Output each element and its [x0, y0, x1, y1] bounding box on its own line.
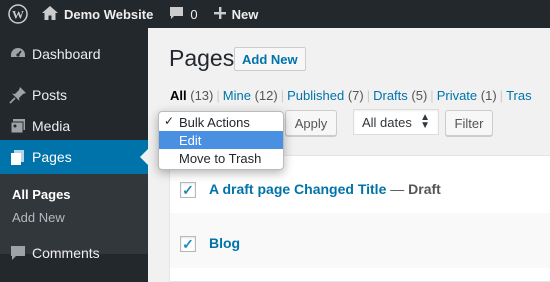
checkmark-icon: ✓ — [164, 114, 175, 128]
filter-published[interactable]: Published (7) — [287, 88, 364, 103]
bulk-option-move-to-trash[interactable]: Move to Trash — [159, 149, 283, 167]
status-filters: All (13) | Mine (12) | Published (7) | Drafts … — [170, 88, 532, 103]
comment-icon — [0, 244, 36, 262]
new-label: New — [231, 6, 259, 22]
select-arrows-icon: ▲ ▼ — [420, 112, 430, 131]
row-title-link[interactable]: Blog — [209, 235, 240, 251]
media-icon — [0, 117, 36, 135]
sidebar-item-pages[interactable]: Pages — [0, 140, 148, 174]
filter-all[interactable]: All (13) — [170, 88, 213, 103]
site-name-link[interactable]: Demo Website — [36, 0, 161, 28]
new-content-link[interactable]: New — [206, 0, 267, 28]
sidebar-item-label: Comments — [32, 245, 100, 261]
dashboard-icon — [0, 45, 36, 63]
bulk-actions-dropdown[interactable]: ✓ Bulk Actions Edit Move to Trash — [158, 111, 284, 170]
site-name: Demo Website — [64, 6, 154, 22]
sidebar-item-media[interactable]: Media — [0, 109, 148, 143]
row-checkbox[interactable]: ✓ — [180, 236, 196, 252]
add-new-button[interactable]: Add New — [234, 47, 306, 71]
bulk-option-edit[interactable]: Edit — [159, 131, 283, 149]
apply-button[interactable]: Apply — [285, 110, 337, 136]
sidebar-item-label: Dashboard — [32, 46, 101, 62]
pages-icon — [0, 148, 36, 166]
sidebar-item-dashboard[interactable]: Dashboard — [0, 37, 148, 71]
pages-table: ✓ A draft page Changed Title — Draft ✓ B… — [169, 155, 550, 282]
row-checkbox[interactable]: ✓ — [180, 182, 196, 198]
row-state: Draft — [408, 181, 441, 197]
filter-private[interactable]: Private (1) — [437, 88, 497, 103]
svg-text:W: W — [12, 8, 24, 22]
comment-icon — [169, 6, 184, 23]
admin-sidebar: Dashboard Posts Media Pages All Pages Ad… — [0, 28, 148, 282]
pin-icon — [0, 86, 36, 104]
sidebar-item-label: Media — [32, 118, 71, 134]
wordpress-logo-icon[interactable]: W — [0, 0, 36, 28]
home-icon — [42, 5, 58, 23]
sidebar-item-label: Pages — [32, 149, 72, 165]
table-row: ✓ Blog — [170, 213, 550, 268]
filter-drafts[interactable]: Drafts (5) — [373, 88, 427, 103]
filter-button[interactable]: Filter — [445, 110, 493, 136]
dates-select[interactable]: All dates ▲ ▼ — [353, 109, 439, 135]
submenu-add-new[interactable]: Add New — [12, 210, 65, 225]
submenu-all-pages[interactable]: All Pages — [12, 187, 71, 202]
page-title: Pages — [169, 45, 235, 71]
sidebar-item-comments[interactable]: Comments — [0, 236, 148, 270]
checkmark-icon: ✓ — [182, 182, 194, 198]
sidebar-item-label: Posts — [32, 87, 68, 103]
sidebar-item-posts[interactable]: Posts — [0, 78, 148, 112]
comments-count: 0 — [190, 6, 198, 22]
row-title-link[interactable]: A draft page Changed Title — Draft — [209, 181, 441, 197]
dates-select-value: All dates — [362, 114, 412, 130]
admin-bar: W Demo Website 0 New — [0, 0, 550, 28]
filter-trash[interactable]: Tras — [506, 88, 532, 103]
filter-mine[interactable]: Mine (12) — [223, 88, 278, 103]
plus-icon — [213, 6, 226, 22]
comments-link[interactable]: 0 — [161, 0, 205, 28]
checkmark-icon: ✓ — [182, 236, 194, 252]
bulk-option-bulk-actions[interactable]: ✓ Bulk Actions — [159, 113, 283, 131]
